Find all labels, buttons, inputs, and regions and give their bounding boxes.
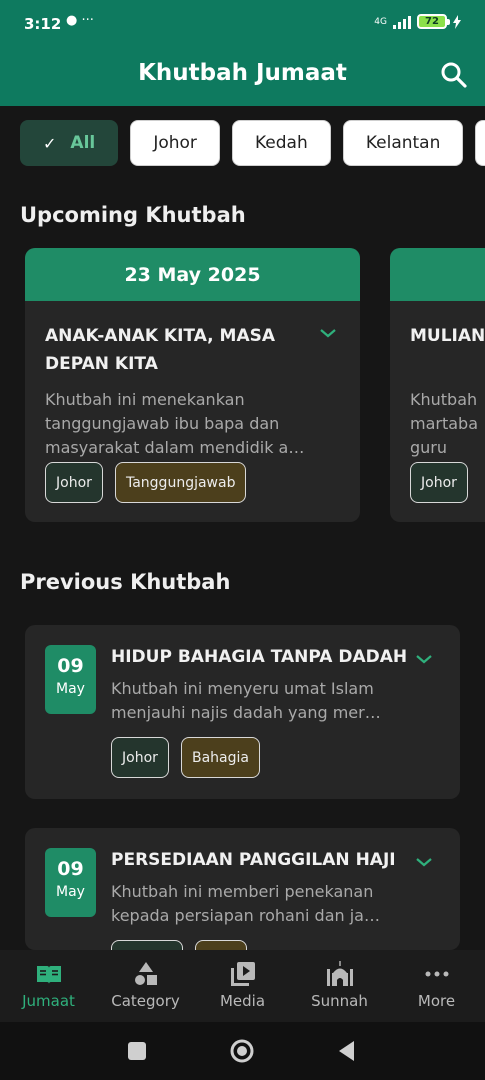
khutbah-title: HIDUP BAHAGIA TANPA DADAH <box>111 647 408 667</box>
shapes-icon <box>134 962 157 985</box>
nav-label: Jumaat <box>22 992 75 1010</box>
nav-label: More <box>417 992 456 1010</box>
check-icon: ✓ <box>43 133 57 153</box>
nav-item-category[interactable]: Category <box>97 950 194 1022</box>
notification-icons: ● ··· <box>66 13 94 28</box>
upcoming-card[interactable]: MULIAN KEMULIA Khutbah martaba guru seb … <box>390 248 485 522</box>
home-icon[interactable] <box>229 1038 255 1064</box>
tag-state[interactable]: Johor <box>45 462 103 503</box>
tag-topic[interactable] <box>195 940 248 950</box>
nav-label: Media <box>219 992 266 1010</box>
tag-list: Johor <box>410 462 475 503</box>
filter-chip-johor[interactable]: Johor <box>130 120 220 166</box>
filter-chip-label: All <box>70 133 96 153</box>
page-title: Khutbah Jumaat <box>138 60 347 86</box>
upcoming-date <box>390 248 485 301</box>
upcoming-date: 23 May 2025 <box>25 248 360 301</box>
filter-chip-label: Kedah <box>255 133 308 153</box>
tag-topic[interactable]: Tanggungjawab <box>114 462 247 503</box>
app-bar: Khutbah Jumaat <box>0 46 485 106</box>
bottom-navigation: Jumaat Category Media Sunnah More <box>0 950 485 1022</box>
date-day: 09 <box>57 858 84 880</box>
back-icon[interactable] <box>334 1038 360 1064</box>
signal-icon <box>393 15 411 29</box>
filter-chip-kelantan[interactable]: Kelantan <box>342 120 464 166</box>
tag-topic[interactable]: Bahagia <box>180 737 260 778</box>
book-icon <box>36 966 61 984</box>
status-bar: 3:12 ● ··· 4G 72 <box>0 0 485 46</box>
filter-chip-label: Johor <box>153 133 197 153</box>
date-day: 09 <box>57 655 84 677</box>
more-icon <box>425 971 448 977</box>
khutbah-title: PERSEDIAAN PANGGILAN HAJI <box>111 850 396 870</box>
khutbah-title: MULIAN KEMULIA <box>410 326 485 346</box>
nav-item-media[interactable]: Media <box>194 950 291 1022</box>
charging-icon <box>453 14 461 29</box>
previous-card[interactable]: 09 May PERSEDIAAN PANGGILAN HAJI Khutbah… <box>25 828 460 950</box>
battery-icon: 72 <box>417 14 450 29</box>
date-badge: 09 May <box>45 848 96 917</box>
upcoming-carousel: 23 May 2025 ANAK-ANAK KITA, MASA DEPAN K… <box>25 248 485 524</box>
date-month: May <box>56 681 85 697</box>
upcoming-card[interactable]: 23 May 2025 ANAK-ANAK KITA, MASA DEPAN K… <box>25 248 360 522</box>
system-navigation-bar <box>0 1022 485 1080</box>
network-label: 4G <box>374 16 387 27</box>
tag-state[interactable] <box>111 940 183 950</box>
nav-label: Category <box>111 992 180 1010</box>
chevron-down-icon[interactable] <box>414 652 434 666</box>
chevron-down-icon[interactable] <box>318 326 338 340</box>
khutbah-description: Khutbah ini menyeru umat Islam menjauhi … <box>111 679 381 722</box>
filter-chip-partial[interactable]: K <box>475 120 485 166</box>
previous-card[interactable]: 09 May HIDUP BAHAGIA TANPA DADAH Khutbah… <box>25 625 460 799</box>
khutbah-title: ANAK-ANAK KITA, MASA DEPAN KITA <box>45 326 276 374</box>
nav-item-jumaat[interactable]: Jumaat <box>0 950 97 1022</box>
search-icon[interactable] <box>439 60 469 90</box>
nav-item-more[interactable]: More <box>388 950 485 1022</box>
state-filter-chips: ✓ All Johor Kedah Kelantan K <box>20 120 485 168</box>
khutbah-description: Khutbah ini memberi penekanan kepada per… <box>111 882 380 925</box>
nav-item-sunnah[interactable]: Sunnah <box>291 950 388 1022</box>
date-month: May <box>56 884 85 900</box>
tag-list: Johor Tanggungjawab <box>45 462 253 503</box>
media-icon <box>230 962 255 986</box>
tag-list <box>111 940 254 950</box>
battery-level: 72 <box>425 16 439 27</box>
status-right: 4G 72 <box>374 14 461 29</box>
nav-label: Sunnah <box>311 992 368 1010</box>
chevron-down-icon[interactable] <box>414 855 434 869</box>
tag-state[interactable]: Johor <box>111 737 169 778</box>
date-badge: 09 May <box>45 645 96 714</box>
filter-chip-kedah[interactable]: Kedah <box>232 120 331 166</box>
khutbah-description: Khutbah ini menekankan tanggungjawab ibu… <box>45 390 305 457</box>
status-time: 3:12 <box>24 15 62 33</box>
tag-state[interactable]: Johor <box>410 462 468 503</box>
filter-chip-label: Kelantan <box>365 133 441 153</box>
section-title-upcoming: Upcoming Khutbah <box>20 203 246 227</box>
section-title-previous: Previous Khutbah <box>20 570 231 594</box>
mosque-icon <box>326 961 353 986</box>
filter-chip-all[interactable]: ✓ All <box>20 120 119 166</box>
tag-list: Johor Bahagia <box>111 737 267 778</box>
recents-icon[interactable] <box>124 1038 150 1064</box>
